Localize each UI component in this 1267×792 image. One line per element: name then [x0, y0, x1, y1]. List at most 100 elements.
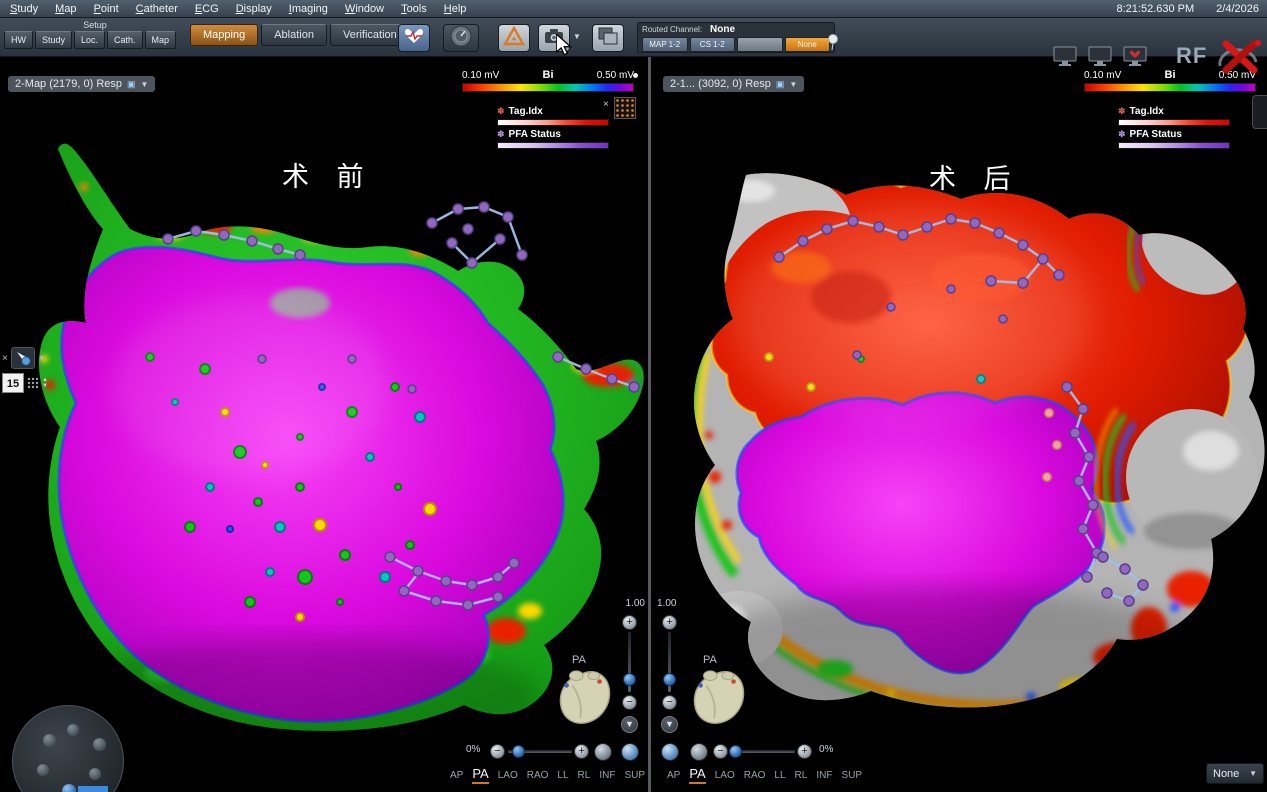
orient-rl-right[interactable]: RL [795, 770, 808, 781]
right-viewport[interactable]: 2-1... (3092, 0) Resp ▣ ▼ 0.10 mV Bi 0.5… [651, 57, 1267, 792]
colorbar-title-right: Bi [1165, 69, 1176, 81]
globe-gray-button-right[interactable] [690, 743, 708, 761]
menu-tools[interactable]: Tools [401, 3, 427, 15]
zoom-collapse-button-left[interactable]: ▼ [621, 716, 638, 733]
orient-rao-right[interactable]: RAO [744, 770, 766, 781]
menu-ecg[interactable]: ECG [195, 3, 219, 15]
orient-lao-right[interactable]: LAO [715, 770, 735, 781]
globe-blue-button-left[interactable] [621, 743, 639, 761]
ablation-mode-button[interactable]: Ablation [261, 24, 327, 46]
monitor-heart-icon[interactable] [1122, 45, 1148, 72]
menu-imaging[interactable]: Imaging [289, 3, 328, 15]
menu-display[interactable]: Display [236, 3, 272, 15]
carto-application-window: Study Map Point Catheter ECG Display Ima… [0, 0, 1267, 792]
channel-none-button[interactable]: None [785, 37, 831, 52]
viewport-divider[interactable] [648, 57, 651, 792]
globe-gray-button-left[interactable] [594, 743, 612, 761]
setup-map-button[interactable]: Map [145, 31, 177, 49]
opacity-plus-button-right[interactable]: + [797, 744, 812, 759]
orient-inf-right[interactable]: INF [816, 770, 832, 781]
tag-pattern-button[interactable] [614, 97, 636, 119]
tagidx-label-left: Tag.Idx [509, 106, 543, 117]
menu-help[interactable]: Help [444, 3, 467, 15]
map-select-dropdown[interactable]: None ▼ [1206, 763, 1264, 784]
map-label-pill-right[interactable]: 2-1... (3092, 0) Resp ▣ ▼ [663, 76, 804, 92]
tagidx-colorbar-left[interactable] [497, 119, 609, 126]
zoom-collapse-button-right[interactable]: ▼ [661, 716, 678, 733]
menu-point[interactable]: Point [94, 3, 119, 15]
orient-inf-left[interactable]: INF [599, 770, 615, 781]
monitor-1-icon[interactable] [1052, 45, 1078, 72]
orient-ap-right[interactable]: AP [667, 770, 680, 781]
setup-study-button[interactable]: Study [35, 31, 72, 49]
orientation-row-right: AP PA LAO RAO LL RL INF SUP [667, 766, 862, 784]
setup-loc-button[interactable]: Loc. [74, 31, 105, 49]
opacity-thumb-left[interactable] [512, 745, 525, 758]
pfa-colorbar-left[interactable] [497, 142, 609, 149]
orient-sup-right[interactable]: SUP [841, 770, 862, 781]
opacity-minus-button-right[interactable]: − [713, 744, 728, 759]
orient-pa-left[interactable]: PA [472, 766, 488, 784]
orient-ap-left[interactable]: AP [450, 770, 463, 781]
opacity-thumb-right[interactable] [729, 745, 742, 758]
menu-study[interactable]: Study [10, 3, 38, 15]
collapsed-panel-tab[interactable] [1252, 95, 1267, 129]
menu-catheter[interactable]: Catheter [136, 3, 178, 15]
orient-rao-left[interactable]: RAO [527, 770, 549, 781]
map-label-chevron[interactable]: ▼ [141, 80, 149, 89]
zoom-out-button-right[interactable]: − [662, 695, 677, 710]
voltage-colorbar-right[interactable] [1084, 83, 1256, 92]
globe-blue-button-right[interactable] [661, 743, 679, 761]
routed-channel-value: None [710, 24, 735, 35]
legend-pfa-left[interactable]: ✽ PFA Status [497, 129, 609, 140]
menu-map[interactable]: Map [55, 3, 76, 15]
opacity-minus-button-left[interactable]: − [490, 744, 505, 759]
orientation-heart-icon-left[interactable] [553, 665, 617, 736]
map-label-pill-left[interactable]: 2-Map (2179, 0) Resp ▣ ▼ [8, 76, 155, 92]
ic-dial-button[interactable] [443, 24, 479, 52]
legend-tagidx-right[interactable]: ✽ Tag.Idx [1118, 106, 1230, 117]
setup-hw-button[interactable]: HW [4, 31, 33, 49]
pin-dot-left[interactable] [633, 73, 638, 78]
legend-pfa-right[interactable]: ✽ PFA Status [1118, 129, 1230, 140]
zoom-slider-thumb-right[interactable] [663, 673, 676, 686]
stepper-arrows[interactable]: ▲▼ [42, 377, 48, 389]
monitor-2-icon[interactable] [1087, 45, 1113, 72]
widget-expand-chevron[interactable]: ▼ [38, 354, 46, 363]
layout-button[interactable] [592, 24, 624, 52]
pfa-colorbar-right[interactable] [1118, 142, 1230, 149]
clock-date: 2/4/2026 [1216, 3, 1259, 15]
catheter-visibility-button[interactable] [11, 347, 35, 369]
orient-lao-left[interactable]: LAO [498, 770, 518, 781]
orient-sup-left[interactable]: SUP [624, 770, 645, 781]
pfa-trigger-button[interactable] [498, 24, 530, 52]
point-size-value[interactable]: 15 [2, 373, 24, 393]
opacity-value-right: 0% [819, 744, 833, 755]
ecg-heart-button[interactable] [398, 24, 430, 52]
legend-close-icon[interactable]: × [603, 99, 609, 110]
opacity-plus-button-left[interactable]: + [574, 744, 589, 759]
tagidx-colorbar-right[interactable] [1118, 119, 1230, 126]
orient-rl-left[interactable]: RL [578, 770, 591, 781]
orient-ll-left[interactable]: LL [557, 770, 568, 781]
orient-ll-right[interactable]: LL [774, 770, 785, 781]
snapshot-dropdown-chevron[interactable]: ▼ [573, 32, 581, 41]
trackball-blue-ball[interactable] [62, 784, 76, 792]
zoom-in-button-right[interactable]: + [662, 615, 677, 630]
orientation-heart-icon-right[interactable] [687, 665, 751, 736]
orient-pa-right[interactable]: PA [689, 766, 705, 784]
channel-cs12-button[interactable]: CS 1-2 [690, 37, 736, 52]
legend-tagidx-left[interactable]: ✽ Tag.Idx [497, 106, 609, 117]
setup-cath-button[interactable]: Cath. [107, 31, 143, 49]
channel-blank-button[interactable] [737, 37, 783, 52]
menu-window[interactable]: Window [345, 3, 384, 15]
left-viewport[interactable]: 2-Map (2179, 0) Resp ▣ ▼ 0.10 mV Bi 0.50… [0, 57, 648, 792]
zoom-slider-thumb-left[interactable] [623, 673, 636, 686]
widget-close-icon[interactable]: × [2, 353, 8, 364]
mapping-mode-button[interactable]: Mapping [190, 24, 258, 46]
zoom-in-button-left[interactable]: + [622, 615, 637, 630]
voltage-colorbar-left[interactable] [462, 83, 634, 92]
channel-map12-button[interactable]: MAP 1-2 [642, 37, 688, 52]
zoom-out-button-left[interactable]: − [622, 695, 637, 710]
map-label-chevron-right[interactable]: ▼ [789, 80, 797, 89]
